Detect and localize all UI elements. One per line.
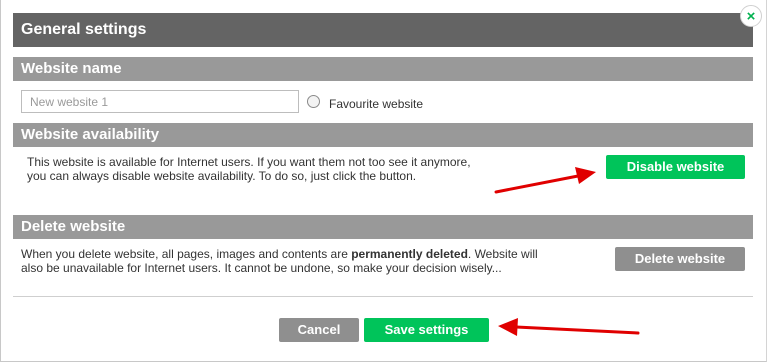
disable-website-button[interactable]: Disable website bbox=[606, 155, 745, 179]
delete-description-line2: also be unavailable for Internet users. … bbox=[21, 261, 502, 275]
dialog-title: General settings bbox=[13, 13, 753, 47]
section-header-website-name: Website name bbox=[13, 57, 753, 81]
save-settings-button[interactable]: Save settings bbox=[364, 318, 489, 342]
delete-text-part2: . Website will bbox=[467, 247, 538, 261]
footer-divider bbox=[13, 296, 753, 297]
availability-description-line2: you can always disable website availabil… bbox=[27, 169, 417, 183]
favourite-label: Favourite website bbox=[329, 97, 424, 111]
delete-text-bold: permanently deleted bbox=[351, 247, 468, 261]
delete-text-part1: When you delete website, all pages, imag… bbox=[21, 247, 352, 261]
website-name-input[interactable] bbox=[21, 90, 299, 113]
availability-description-line1: This website is available for Internet u… bbox=[27, 155, 471, 169]
availability-description: This website is available for Internet u… bbox=[27, 155, 471, 183]
delete-description: When you delete website, all pages, imag… bbox=[21, 247, 538, 275]
delete-website-button[interactable]: Delete website bbox=[615, 247, 745, 271]
section-header-delete: Delete website bbox=[13, 215, 753, 239]
cancel-button[interactable]: Cancel bbox=[279, 318, 359, 342]
close-icon[interactable]: × bbox=[740, 5, 762, 27]
section-header-availability: Website availability bbox=[13, 123, 753, 147]
delete-description-line1: When you delete website, all pages, imag… bbox=[21, 247, 538, 261]
favourite-radio[interactable] bbox=[307, 95, 320, 108]
